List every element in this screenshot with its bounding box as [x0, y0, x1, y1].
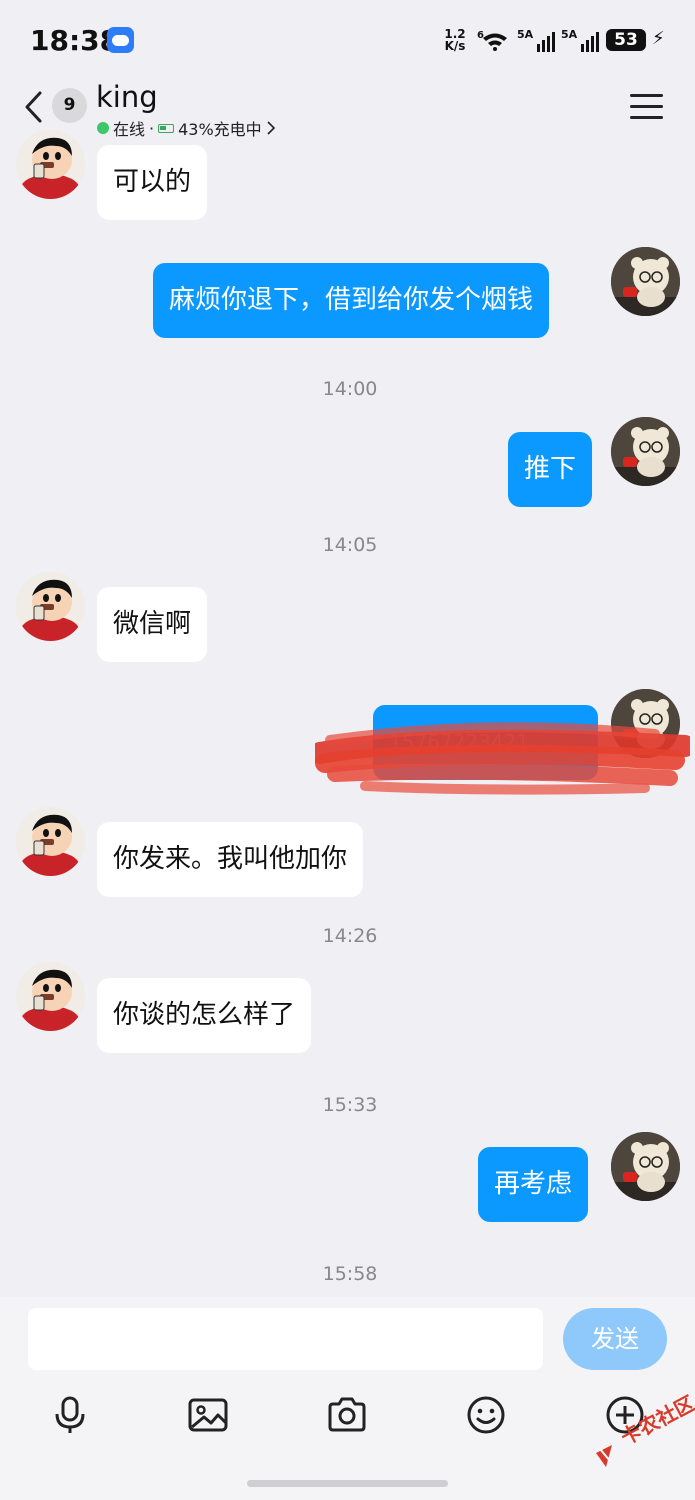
- my-avatar[interactable]: [611, 247, 680, 316]
- status-separator: ·: [149, 118, 155, 138]
- timestamp: 14:00: [322, 378, 378, 400]
- my-avatar[interactable]: [611, 1132, 680, 1201]
- message-bubble[interactable]: 你发来。我叫他加你: [97, 822, 364, 897]
- network-speed: 1.2 K/s: [444, 27, 466, 53]
- friend-avatar[interactable]: [16, 962, 85, 1031]
- contact-name[interactable]: king: [96, 80, 158, 114]
- image-icon[interactable]: [188, 1395, 228, 1435]
- contact-status[interactable]: 在线 · 43%充电中: [97, 116, 276, 140]
- my-avatar[interactable]: [611, 417, 680, 486]
- timestamp: 15:58: [322, 1263, 378, 1285]
- wifi-icon: 6: [477, 30, 507, 51]
- chevron-right-icon: [267, 121, 275, 135]
- message-input[interactable]: [28, 1308, 543, 1370]
- timestamp: 14:05: [322, 534, 378, 556]
- battery-status: 43%充电中: [178, 120, 262, 139]
- status-bar: 18:38 1.2 K/s 6 5A 5A 53 ⚡: [0, 0, 695, 80]
- weather-icon: [107, 27, 134, 53]
- camera-icon[interactable]: [327, 1395, 367, 1435]
- message-bubble[interactable]: 你谈的怎么样了: [97, 978, 312, 1053]
- message-bubble[interactable]: 可以的: [97, 145, 208, 220]
- status-time: 18:38: [30, 24, 120, 57]
- timestamp: 14:26: [322, 925, 378, 947]
- signal-icon: 5A: [561, 28, 600, 52]
- battery-icon: 53: [606, 29, 646, 51]
- charging-bolt-icon: ⚡: [652, 28, 665, 49]
- send-button[interactable]: 发送: [563, 1308, 667, 1370]
- friend-avatar[interactable]: [16, 572, 85, 641]
- message-bubble[interactable]: 推下: [508, 432, 593, 507]
- back-icon[interactable]: [22, 90, 46, 124]
- message-bubble[interactable]: 再考虑: [478, 1147, 589, 1222]
- unread-badge: 9: [52, 88, 87, 123]
- chat-header: 9 king 在线 · 43%充电中: [0, 80, 695, 140]
- emoji-icon[interactable]: [466, 1395, 506, 1435]
- message-bubble[interactable]: 微信啊: [97, 587, 208, 662]
- friend-avatar[interactable]: [16, 130, 85, 199]
- battery-mini-icon: [158, 123, 175, 133]
- online-dot-icon: [97, 122, 109, 134]
- timestamp: 15:33: [322, 1094, 378, 1116]
- home-indicator[interactable]: [247, 1480, 448, 1487]
- redaction-scribble: [315, 722, 690, 795]
- online-status: 在线: [113, 120, 146, 139]
- microphone-icon[interactable]: [50, 1395, 90, 1435]
- signal-icon: 5A: [517, 28, 556, 52]
- message-bubble[interactable]: 麻烦你退下，借到给你发个烟钱: [153, 263, 550, 338]
- friend-avatar[interactable]: [16, 807, 85, 876]
- wifi-label: 6: [477, 30, 484, 41]
- menu-icon[interactable]: [630, 94, 663, 120]
